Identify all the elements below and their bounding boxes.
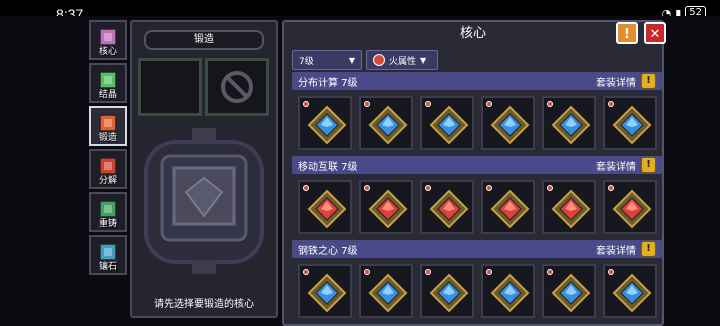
chevron-down-icon: ▼ [420,55,427,65]
core-gem-icon [307,189,347,229]
core-gem-icon [551,189,591,229]
core-gem-icon [429,105,469,145]
core-card[interactable] [542,180,596,234]
forge-slot-2[interactable] [205,58,269,116]
core-set-header: 钢铁之心 7级 套装详情! [292,240,662,258]
info-icon[interactable]: ! [641,73,656,89]
tab-0[interactable]: 核心 [89,20,127,60]
fire-icon [373,54,385,66]
cores-title: 核心 [459,26,486,41]
core-card[interactable] [603,180,657,234]
tab-1[interactable]: 结晶 [89,63,127,103]
core-gem-icon [612,189,652,229]
core-card[interactable] [298,96,352,150]
core-card[interactable] [481,96,535,150]
core-card[interactable] [359,264,413,318]
core-card[interactable] [298,180,352,234]
tab-label: 镶石 [98,262,117,272]
forge-slot-1[interactable] [138,58,202,116]
set-detail-link[interactable]: 套装详情 [596,242,636,257]
level-filter-label: 7级 [299,56,314,67]
core-card[interactable] [603,96,657,150]
core-sets: 分布计算 7级 套装详情! 移动互联 7级 套装详情! 钢铁之心 7级 套装详情! [292,72,662,324]
tab-3[interactable]: 分解 [89,149,127,189]
forge-machine-icon [144,128,264,274]
tab-2[interactable]: 锻造 [89,106,127,146]
tab-label: 核心 [98,47,117,57]
tab-4[interactable]: 重铸 [89,192,127,232]
cores-panel: 核心 7级 ▼ 火属性 ▼ 分布计算 7级 套装详情! 移动互联 7级 套装详情! 钢铁… [282,20,664,326]
close-button[interactable]: ✕ [644,22,666,44]
attribute-filter[interactable]: 火属性 ▼ [366,50,438,70]
alert-button[interactable]: ! [616,22,638,44]
core-card[interactable] [481,180,535,234]
core-gem-icon [490,189,530,229]
info-icon[interactable]: ! [641,241,656,257]
tab-label: 重铸 [98,219,117,229]
core-gem-icon [307,273,347,313]
level-filter[interactable]: 7级 ▼ [292,50,362,70]
core-gem-icon [307,105,347,145]
core-card[interactable] [481,264,535,318]
tab-5[interactable]: 镶石 [89,235,127,275]
core-gem-icon [368,273,408,313]
forge-panel: 锻造 请先选择要锻造的核心 [130,20,278,318]
core-card-row [292,174,662,234]
core-set-name: 分布计算 7级 [298,78,358,89]
core-set-name: 钢铁之心 7级 [298,246,358,257]
core-gem-icon [490,273,530,313]
info-icon[interactable]: ! [641,157,656,173]
core-set: 钢铁之心 7级 套装详情! [292,240,662,318]
core-set-name: 移动互联 7级 [298,162,358,173]
chevron-down-icon: ▼ [348,55,355,65]
locked-slot-icon [221,71,253,103]
attribute-filter-label: 火属性 [389,56,417,67]
core-card-row [292,258,662,318]
forge-title: 锻造 [144,30,264,50]
game-scene: 核心结晶锻造分解重铸镶石 锻造 请先选择要锻造的核心 核心 7级 ▼ [0,16,720,326]
filters: 7级 ▼ 火属性 ▼ [292,50,438,70]
side-tabs: 核心结晶锻造分解重铸镶石 [89,20,129,278]
core-card[interactable] [359,180,413,234]
core-set: 分布计算 7级 套装详情! [292,72,662,150]
core-card[interactable] [298,264,352,318]
set-detail-link[interactable]: 套装详情 [596,158,636,173]
core-gem-icon [368,189,408,229]
set-detail-link[interactable]: 套装详情 [596,74,636,89]
core-card[interactable] [542,96,596,150]
core-card[interactable] [420,264,474,318]
core-gem-icon [612,273,652,313]
tab-label: 结晶 [98,90,117,100]
tab-label: 分解 [98,176,117,186]
core-card[interactable] [359,96,413,150]
tab-label: 锻造 [98,133,117,143]
core-set-header: 分布计算 7级 套装详情! [292,72,662,90]
core-card[interactable] [420,96,474,150]
core-set: 移动互联 7级 套装详情! [292,156,662,234]
core-gem-icon [551,105,591,145]
core-gem-icon [551,273,591,313]
core-gem-icon [429,189,469,229]
core-gem-icon [368,105,408,145]
forge-hint: 请先选择要锻造的核心 [154,299,254,310]
core-gem-icon [490,105,530,145]
core-card[interactable] [420,180,474,234]
core-card[interactable] [542,264,596,318]
core-card-row [292,90,662,150]
core-gem-icon [612,105,652,145]
core-card[interactable] [603,264,657,318]
core-set-header: 移动互联 7级 套装详情! [292,156,662,174]
core-gem-icon [429,273,469,313]
